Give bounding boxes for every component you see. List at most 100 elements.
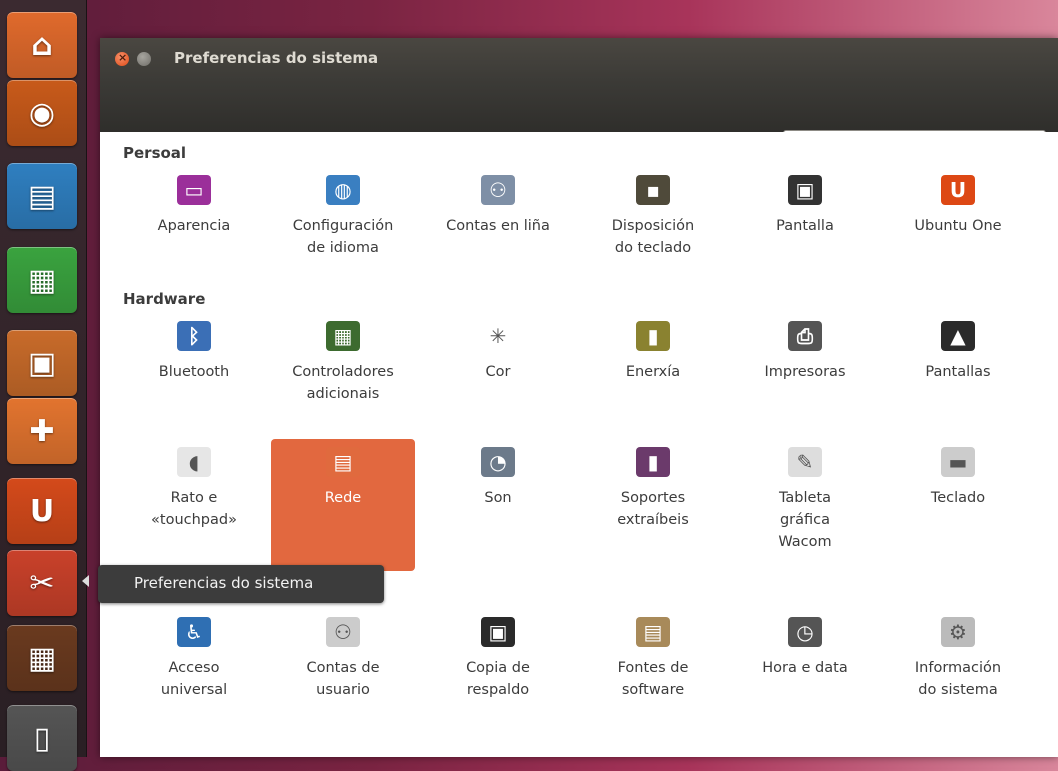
online-accounts-icon: ⚇	[481, 175, 515, 205]
system-info-icon: ⚙	[941, 617, 975, 647]
settings-item-label: Son	[484, 490, 512, 506]
settings-item-label: Copia de respaldo	[466, 660, 530, 698]
impress-icon: ▣	[27, 345, 57, 381]
settings-item-label: Pantalla	[776, 218, 834, 234]
close-button[interactable]: ×	[115, 51, 129, 66]
toolbar: ⚲	[100, 80, 1058, 158]
settings-item-backup[interactable]: ▣ Copia de respaldo	[426, 609, 570, 741]
settings-item-label: Teclado	[930, 490, 986, 506]
launcher-tooltip: Preferencias do sistema	[98, 565, 384, 603]
settings-item-power[interactable]: ▮ Enerxía	[581, 313, 725, 445]
settings-item-label: Soportes extraíbeis	[617, 490, 689, 528]
settings-item-label: Fontes de software	[617, 660, 689, 698]
language-icon: ◍	[326, 175, 360, 205]
displays-icon: ▲	[941, 321, 975, 351]
user-accounts-icon: ⚇	[326, 617, 360, 647]
system-settings-window: × Preferencias do sistema ⚲ Persoal Hard…	[100, 38, 1058, 757]
settings-item-universal-access[interactable]: ♿ Acceso universal	[122, 609, 266, 741]
power-icon: ▮	[636, 321, 670, 351]
settings-item-printer[interactable]: ⎙ Impresoras	[733, 313, 877, 445]
settings-item-keyboard[interactable]: ▬ Teclado	[886, 439, 1030, 571]
color-icon: ✳	[481, 321, 515, 351]
settings-item-bluetooth[interactable]: ᛒ Bluetooth	[122, 313, 266, 445]
keyboard-icon: ▬	[941, 447, 975, 477]
settings-item-software-sources[interactable]: ▤ Fontes de software	[581, 609, 725, 741]
settings-item-label: Disposición do teclado	[611, 218, 695, 256]
settings-item-sound[interactable]: ◔ Son	[426, 439, 570, 571]
settings-item-label: Rato e «touchpad»	[151, 490, 237, 528]
settings-icon: ✂	[29, 565, 55, 601]
launcher-item-ubuntu-software-center[interactable]: ✚	[7, 398, 77, 464]
titlebar: × Preferencias do sistema	[100, 38, 1058, 80]
tooltip-text: Preferencias do sistema	[134, 574, 314, 592]
settings-item-label: Controladores adicionais	[292, 364, 394, 402]
settings-item-drivers[interactable]: ▦ Controladores adicionais	[271, 313, 415, 445]
settings-item-color[interactable]: ✳ Cor	[426, 313, 570, 445]
settings-item-mouse[interactable]: ◖ Rato e «touchpad»	[122, 439, 266, 571]
settings-item-label: Bluetooth	[158, 364, 230, 380]
workspace-icon: ▦	[27, 640, 57, 676]
settings-item-removable-media[interactable]: ▮ Soportes extraíbeis	[581, 439, 725, 571]
firefox-icon: ◉	[28, 95, 56, 131]
backup-icon: ▣	[481, 617, 515, 647]
launcher-active-arrow	[82, 575, 89, 587]
writer-icon: ▤	[27, 178, 57, 214]
software-sources-icon: ▤	[636, 617, 670, 647]
settings-item-label: Información do sistema	[914, 660, 1002, 698]
launcher-item-libreoffice-impress[interactable]: ▣	[7, 330, 77, 396]
launcher-item-firefox[interactable]: ◉	[7, 80, 77, 146]
settings-item-keyboard-layout[interactable]: ▪ Disposición do teclado	[581, 167, 725, 299]
settings-item-label: Acceso universal	[160, 660, 228, 698]
removable-media-icon: ▮	[636, 447, 670, 477]
close-icon: ×	[118, 51, 128, 64]
software-center-icon: ✚	[29, 413, 55, 449]
clock-icon: ◷	[788, 617, 822, 647]
bluetooth-icon: ᛒ	[177, 321, 211, 351]
settings-item-network[interactable]: ▤ Rede	[271, 439, 415, 571]
launcher-item-system-settings[interactable]: ✂	[7, 550, 77, 616]
launcher-item-home-folder[interactable]: ⌂	[7, 12, 77, 78]
settings-item-label: Rede	[324, 490, 362, 506]
section-heading-personal: Persoal	[123, 144, 187, 162]
settings-item-clock[interactable]: ◷ Hora e data	[733, 609, 877, 741]
appearance-icon: ▭	[177, 175, 211, 205]
settings-item-lock-screen[interactable]: ▣ Pantalla	[733, 167, 877, 299]
settings-item-label: Configuración de idioma	[292, 218, 394, 256]
ubuntu-one-icon: U	[941, 175, 975, 205]
settings-item-displays[interactable]: ▲ Pantallas	[886, 313, 1030, 445]
unity-launcher: ⌂ ◉ ▤ ▦ ▣ ✚ U ✂ ▦ ▯	[0, 0, 87, 771]
launcher-item-workspaces[interactable]: ▦	[7, 625, 77, 691]
mouse-icon: ◖	[177, 447, 211, 477]
universal-access-icon: ♿	[177, 617, 211, 647]
settings-item-label: Ubuntu One	[914, 218, 1002, 234]
window-title: Preferencias do sistema	[174, 49, 379, 67]
settings-item-label: Enerxía	[625, 364, 681, 380]
network-icon: ▤	[326, 447, 360, 477]
keyboard-layout-icon: ▪	[636, 175, 670, 205]
settings-item-user-accounts[interactable]: ⚇ Contas de usuario	[271, 609, 415, 741]
launcher-item-libreoffice-calc[interactable]: ▦	[7, 247, 77, 313]
settings-item-label: Impresoras	[764, 364, 846, 380]
settings-item-system-info[interactable]: ⚙ Información do sistema	[886, 609, 1030, 741]
settings-item-label: Pantallas	[925, 364, 991, 380]
launcher-item-libreoffice-writer[interactable]: ▤	[7, 163, 77, 229]
settings-item-label: Contas de usuario	[306, 660, 380, 698]
settings-item-appearance[interactable]: ▭ Aparencia	[122, 167, 266, 299]
settings-item-ubuntu-one[interactable]: U Ubuntu One	[886, 167, 1030, 299]
settings-item-label: Aparencia	[157, 218, 231, 234]
lock-screen-icon: ▣	[788, 175, 822, 205]
settings-item-wacom-tablet[interactable]: ✎ Tableta gráfica Wacom	[733, 439, 877, 571]
minimize-button[interactable]	[137, 52, 151, 66]
home-icon: ⌂	[31, 27, 53, 63]
settings-item-label: Contas en liña	[446, 218, 550, 234]
calc-icon: ▦	[27, 262, 57, 298]
settings-item-label: Tableta gráfica Wacom	[778, 490, 832, 550]
launcher-item-ubuntu-one[interactable]: U	[7, 478, 77, 544]
settings-content: Persoal Hardware ▭ Aparencia ◍ Configuració…	[100, 132, 1058, 757]
settings-item-online-accounts[interactable]: ⚇ Contas en liña	[426, 167, 570, 299]
settings-item-language[interactable]: ◍ Configuración de idioma	[271, 167, 415, 299]
wacom-tablet-icon: ✎	[788, 447, 822, 477]
ubuntu-one-icon: U	[29, 493, 55, 529]
settings-item-label: Cor	[485, 364, 511, 380]
launcher-item-trash[interactable]: ▯	[7, 705, 77, 771]
